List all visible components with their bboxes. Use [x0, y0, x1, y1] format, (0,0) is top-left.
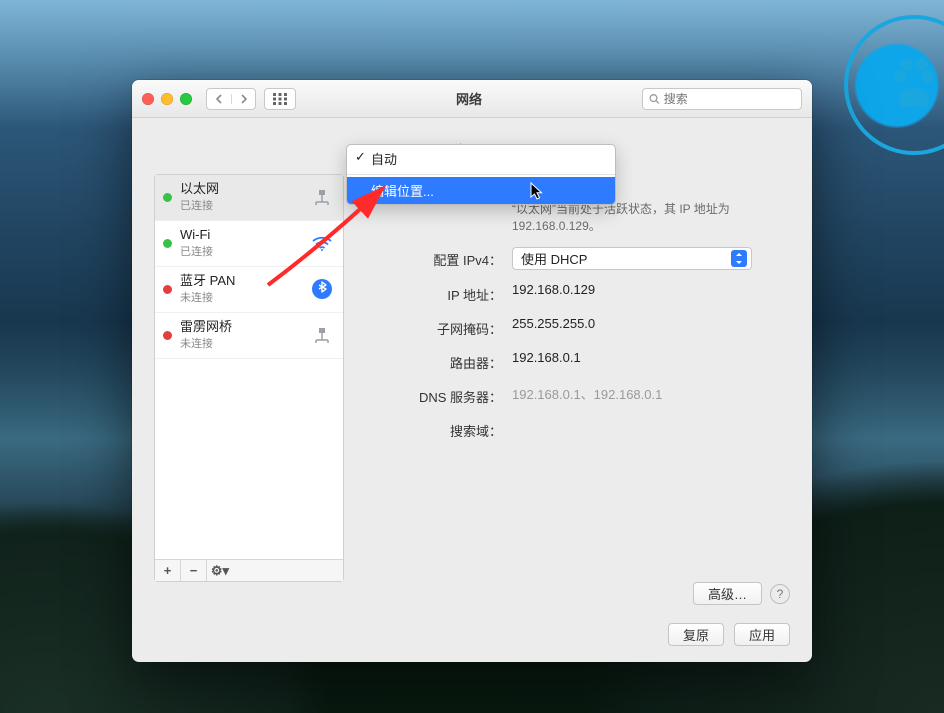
service-item-wifi[interactable]: Wi-Fi 已连接 [155, 221, 343, 267]
dns-label: DNS 服务器： [362, 384, 512, 406]
watermark-badge [844, 15, 944, 155]
status-dot-icon [163, 331, 172, 340]
status-dot-icon [163, 285, 172, 294]
service-item-thunderbolt[interactable]: 雷雳网桥 未连接 [155, 313, 343, 359]
zoom-button[interactable] [180, 93, 192, 105]
service-name: Wi-Fi [180, 228, 301, 243]
router-label: 路由器： [362, 350, 512, 372]
gear-icon: ⚙︎▾ [211, 563, 229, 579]
bluetooth-icon [309, 279, 335, 299]
cursor-icon [530, 182, 546, 202]
minimize-button[interactable] [161, 93, 173, 105]
location-option-edit[interactable]: 编辑位置... [347, 177, 615, 204]
service-sidebar: 以太网 已连接 Wi-Fi 已连接 [154, 174, 344, 582]
help-button[interactable]: ? [770, 584, 790, 604]
nav-back-forward [206, 88, 256, 110]
ip-label: IP 地址： [362, 282, 512, 304]
row-subnet: 子网掩码： 255.255.255.0 [362, 316, 790, 338]
service-text: 雷雳网桥 未连接 [180, 320, 301, 351]
paw-icon [884, 55, 944, 115]
body-columns: 以太网 已连接 Wi-Fi 已连接 [154, 174, 790, 582]
chevron-left-icon [215, 94, 223, 104]
service-actions-button[interactable]: ⚙︎▾ [207, 560, 233, 581]
service-status: 已连接 [180, 197, 301, 213]
traffic-lights [142, 93, 192, 105]
subnet-value: 255.255.255.0 [512, 316, 790, 331]
chevron-right-icon [240, 94, 248, 104]
searchdomain-label: 搜索域： [362, 418, 512, 440]
advanced-button[interactable]: 高级… [693, 582, 762, 605]
close-button[interactable] [142, 93, 154, 105]
back-button[interactable] [207, 94, 231, 104]
location-option-auto[interactable]: 自动 [347, 145, 615, 172]
row-dns: DNS 服务器： 192.168.0.1、192.168.0.1 [362, 384, 790, 406]
sidebar-toolbar: + − ⚙︎▾ [155, 559, 343, 581]
location-dropdown: 自动 编辑位置... [346, 144, 616, 205]
titlebar: 网络 [132, 80, 812, 118]
search-field[interactable] [642, 88, 802, 110]
search-input[interactable] [664, 92, 795, 106]
dns-value: 192.168.0.1、192.168.0.1 [512, 384, 790, 403]
status-dot-icon [163, 193, 172, 202]
window-title: 网络 [304, 89, 634, 108]
grid-icon [273, 93, 287, 105]
service-item-bluetooth[interactable]: 蓝牙 PAN 未连接 [155, 267, 343, 313]
ethernet-icon [309, 187, 335, 207]
ipv4-config-label: 配置 IPv4： [362, 247, 512, 269]
service-status: 未连接 [180, 335, 301, 351]
add-service-button[interactable]: + [155, 560, 181, 581]
details-pane: 状态： 已连接 “以太网”当前处于活跃状态，其 IP 地址为 192.168.0… [362, 174, 790, 582]
service-status: 未连接 [180, 289, 301, 305]
row-searchdomain: 搜索域： [362, 418, 790, 440]
ipv4-config-value: 使用 DHCP [512, 247, 790, 270]
status-dot-icon [163, 239, 172, 248]
footer-buttons: 复原 应用 [154, 613, 790, 646]
thunderbolt-bridge-icon [309, 325, 335, 345]
updown-caret-icon [731, 250, 747, 267]
advanced-row: 高级… ? [154, 582, 790, 605]
status-subtext: “以太网”当前处于活跃状态，其 IP 地址为 192.168.0.129。 [512, 201, 790, 235]
service-name: 蓝牙 PAN [180, 274, 301, 289]
subnet-label: 子网掩码： [362, 316, 512, 338]
service-item-ethernet[interactable]: 以太网 已连接 [155, 175, 343, 221]
menu-separator [347, 174, 615, 175]
show-all-button[interactable] [264, 88, 296, 110]
ipv4-config-select[interactable]: 使用 DHCP [512, 247, 752, 270]
row-ip: IP 地址： 192.168.0.129 [362, 282, 790, 304]
service-name: 雷雳网桥 [180, 320, 301, 335]
ip-value: 192.168.0.129 [512, 282, 790, 297]
service-list: 以太网 已连接 Wi-Fi 已连接 [155, 175, 343, 559]
ipv4-config-selected: 使用 DHCP [521, 249, 587, 268]
service-text: 以太网 已连接 [180, 182, 301, 213]
router-value: 192.168.0.1 [512, 350, 790, 365]
apply-button[interactable]: 应用 [734, 623, 790, 646]
row-router: 路由器： 192.168.0.1 [362, 350, 790, 372]
search-icon [649, 93, 660, 105]
service-name: 以太网 [180, 182, 301, 197]
service-text: Wi-Fi 已连接 [180, 228, 301, 259]
row-ipv4-config: 配置 IPv4： 使用 DHCP [362, 247, 790, 270]
service-status: 已连接 [180, 243, 301, 259]
service-text: 蓝牙 PAN 未连接 [180, 274, 301, 305]
remove-service-button[interactable]: − [181, 560, 207, 581]
revert-button[interactable]: 复原 [668, 623, 724, 646]
forward-button[interactable] [231, 94, 255, 104]
wifi-icon [309, 233, 335, 253]
